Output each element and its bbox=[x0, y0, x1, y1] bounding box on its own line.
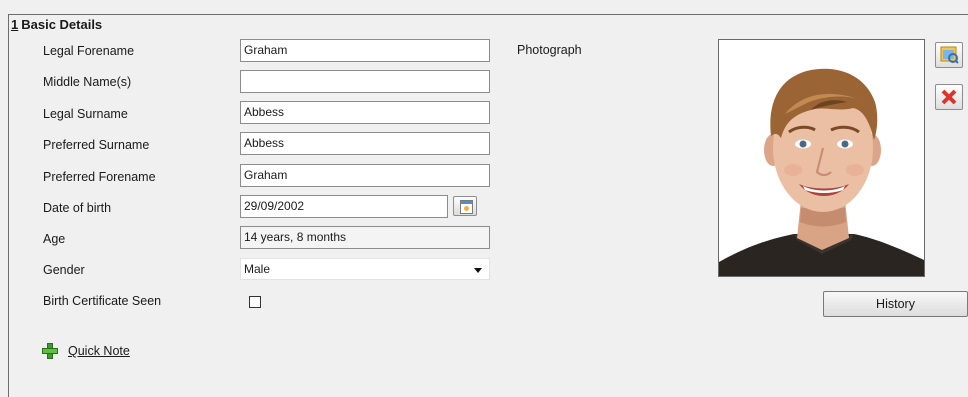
remove-photo-button[interactable] bbox=[935, 84, 963, 110]
middle-names-label: Middle Name(s) bbox=[43, 75, 132, 89]
browse-photo-button[interactable] bbox=[935, 42, 963, 68]
middle-names-input[interactable] bbox=[240, 70, 490, 93]
browse-photo-icon bbox=[940, 46, 959, 64]
birth-certificate-checkbox[interactable] bbox=[249, 296, 261, 308]
delete-photo-icon bbox=[941, 89, 957, 105]
age-field: 14 years, 8 months bbox=[240, 226, 490, 249]
quick-note-label: Quick Note bbox=[68, 344, 130, 358]
preferred-surname-input[interactable]: Abbess bbox=[240, 132, 490, 155]
add-icon bbox=[42, 343, 58, 359]
date-of-birth-label: Date of birth bbox=[43, 201, 112, 215]
age-label: Age bbox=[43, 232, 66, 246]
dropdown-arrow-icon bbox=[474, 268, 482, 273]
preferred-forename-input[interactable]: Graham bbox=[240, 164, 490, 187]
gender-select[interactable]: Male bbox=[240, 258, 490, 280]
date-picker-button[interactable] bbox=[453, 196, 477, 216]
birth-certificate-label: Birth Certificate Seen bbox=[43, 294, 162, 308]
section-title-text: Basic Details bbox=[21, 17, 103, 32]
calendar-icon bbox=[460, 200, 473, 214]
legal-surname-label: Legal Surname bbox=[43, 107, 128, 121]
history-button[interactable]: History bbox=[823, 291, 968, 317]
legal-surname-input[interactable]: Abbess bbox=[240, 101, 490, 124]
section-number: 1 bbox=[11, 17, 19, 32]
student-photo bbox=[718, 39, 925, 277]
date-of-birth-input[interactable]: 29/09/2002 bbox=[240, 195, 448, 218]
legal-forename-label: Legal Forename bbox=[43, 44, 135, 58]
preferred-surname-label: Preferred Surname bbox=[43, 138, 150, 152]
photograph-label: Photograph bbox=[517, 43, 582, 57]
preferred-forename-label: Preferred Forename bbox=[43, 170, 156, 184]
legal-forename-input[interactable]: Graham bbox=[240, 39, 490, 62]
section-title: 1 Basic Details bbox=[11, 17, 102, 32]
gender-selected-value: Male bbox=[244, 262, 271, 276]
student-portrait-image bbox=[719, 40, 924, 276]
gender-label: Gender bbox=[43, 263, 85, 277]
